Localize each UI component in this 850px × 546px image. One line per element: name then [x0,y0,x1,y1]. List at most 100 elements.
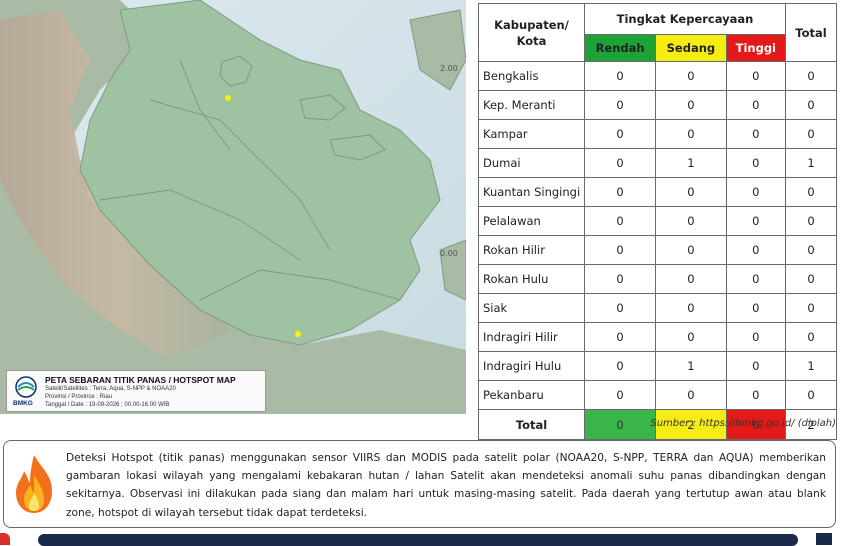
bmkg-logo-text: BMKG [13,400,33,407]
cell-high: 0 [725,206,787,236]
table-row: Kep. Meranti 0 0 0 0 [478,90,837,120]
cell-low: 0 [583,119,657,149]
table-row: Pekanbaru 0 0 0 0 [478,380,837,410]
cell-total: 0 [785,206,837,236]
cell-low: 0 [583,322,657,352]
cell-medium: 0 [655,380,727,410]
legend-province: Provinsi / Province : Riau [45,394,113,400]
cell-medium: 0 [655,61,727,91]
cell-total: 1 [785,351,837,381]
cell-low: 0 [583,90,657,120]
cell-high: 0 [725,351,787,381]
cell-medium: 0 [655,235,727,265]
map-graphic [0,0,466,414]
table-row: Pelalawan 0 0 0 0 [478,206,837,236]
hotspot-indragiri-hulu [295,331,301,337]
header-confidence: Tingkat Kepercayaan [584,3,786,35]
cell-medium: 0 [655,293,727,323]
cell-medium: 1 [655,351,727,381]
cell-low: 0 [583,293,657,323]
table-row: Dumai 0 1 0 1 [478,148,837,178]
cell-high: 0 [725,264,787,294]
table-row: Rokan Hulu 0 0 0 0 [478,264,837,294]
cell-total: 0 [785,264,837,294]
cell-high: 0 [725,119,787,149]
cell-high: 0 [725,322,787,352]
cell-low: 0 [583,380,657,410]
header-total: Total [785,3,837,62]
legend-satellite: Satelit/Satellites : Terra, Aqua, S-NPP … [45,386,176,392]
cell-total: 0 [785,61,837,91]
cell-medium: 0 [655,90,727,120]
lat-label-2: 2.00 [440,64,458,73]
cell-high: 0 [725,177,787,207]
bottom-left-accent [0,533,10,545]
info-note: Deteksi Hotspot (titik panas) menggunaka… [3,440,836,528]
table-row: Rokan Hilir 0 0 0 0 [478,235,837,265]
cell-total: 0 [785,177,837,207]
source-credit: Sumber : https://bmkg.go.id/ (diolah) [650,418,836,429]
bottom-right-accent [816,533,832,545]
region-name: Rokan Hilir [478,235,585,265]
cell-high: 0 [725,235,787,265]
cell-low: 0 [583,177,657,207]
cell-total: 0 [785,235,837,265]
cell-medium: 1 [655,148,727,178]
cell-high: 0 [725,61,787,91]
region-name: Dumai [478,148,585,178]
header-region: Kabupaten/ Kota [478,3,585,62]
cell-low: 0 [583,235,657,265]
cell-total: 0 [785,322,837,352]
table-row: Kampar 0 0 0 0 [478,119,837,149]
cell-high: 0 [725,90,787,120]
table-row: Bengkalis 0 0 0 0 [478,61,837,91]
table-row: Indragiri Hilir 0 0 0 0 [478,322,837,352]
hotspot-dumai [225,95,231,101]
cell-total: 0 [785,293,837,323]
header-medium: Sedang [655,34,727,62]
cell-high: 0 [725,380,787,410]
region-name: Bengkalis [478,61,585,91]
cell-medium: 0 [655,264,727,294]
cell-medium: 0 [655,177,727,207]
header-low: Rendah [583,34,657,62]
region-name: Indragiri Hulu [478,351,585,381]
table-row: Siak 0 0 0 0 [478,293,837,323]
cell-low: 0 [583,61,657,91]
lat-label-0: 0.00 [440,249,458,258]
region-name: Kampar [478,119,585,149]
region-name: Rokan Hulu [478,264,585,294]
cell-low: 0 [583,148,657,178]
region-name: Siak [478,293,585,323]
bottom-bar [38,534,798,546]
hotspot-table: Kabupaten/ Kota Tingkat Kepercayaan Tota… [478,3,837,440]
table-row: Kuantan Singingi 0 0 0 0 [478,177,837,207]
cell-total: 0 [785,380,837,410]
region-name: Indragiri Hilir [478,322,585,352]
cell-total: 0 [785,119,837,149]
total-low: 0 [583,409,657,440]
cell-medium: 0 [655,322,727,352]
cell-low: 0 [583,351,657,381]
cell-total: 0 [785,90,837,120]
region-name: Kep. Meranti [478,90,585,120]
flame-icon [16,455,52,513]
legend-date: Tanggal / Date : 19-09-2026 ; 00.00-16.0… [45,402,170,408]
cell-high: 0 [725,293,787,323]
note-text: Deteksi Hotspot (titik panas) menggunaka… [66,452,826,519]
total-label: Total [478,409,585,440]
hotspot-map: 2.00 0.00 BMKG PETA SEBARAN TITIK PANAS … [0,0,466,414]
cell-high: 0 [725,148,787,178]
header-high: Tinggi [725,34,787,62]
legend-title: PETA SEBARAN TITIK PANAS / HOTSPOT MAP [45,375,236,385]
region-name: Kuantan Singingi [478,177,585,207]
cell-low: 0 [583,264,657,294]
map-legend: BMKG PETA SEBARAN TITIK PANAS / HOTSPOT … [6,370,266,412]
region-name: Pekanbaru [478,380,585,410]
cell-medium: 0 [655,206,727,236]
region-name: Pelalawan [478,206,585,236]
cell-low: 0 [583,206,657,236]
cell-medium: 0 [655,119,727,149]
table-row: Indragiri Hulu 0 1 0 1 [478,351,837,381]
cell-total: 1 [785,148,837,178]
